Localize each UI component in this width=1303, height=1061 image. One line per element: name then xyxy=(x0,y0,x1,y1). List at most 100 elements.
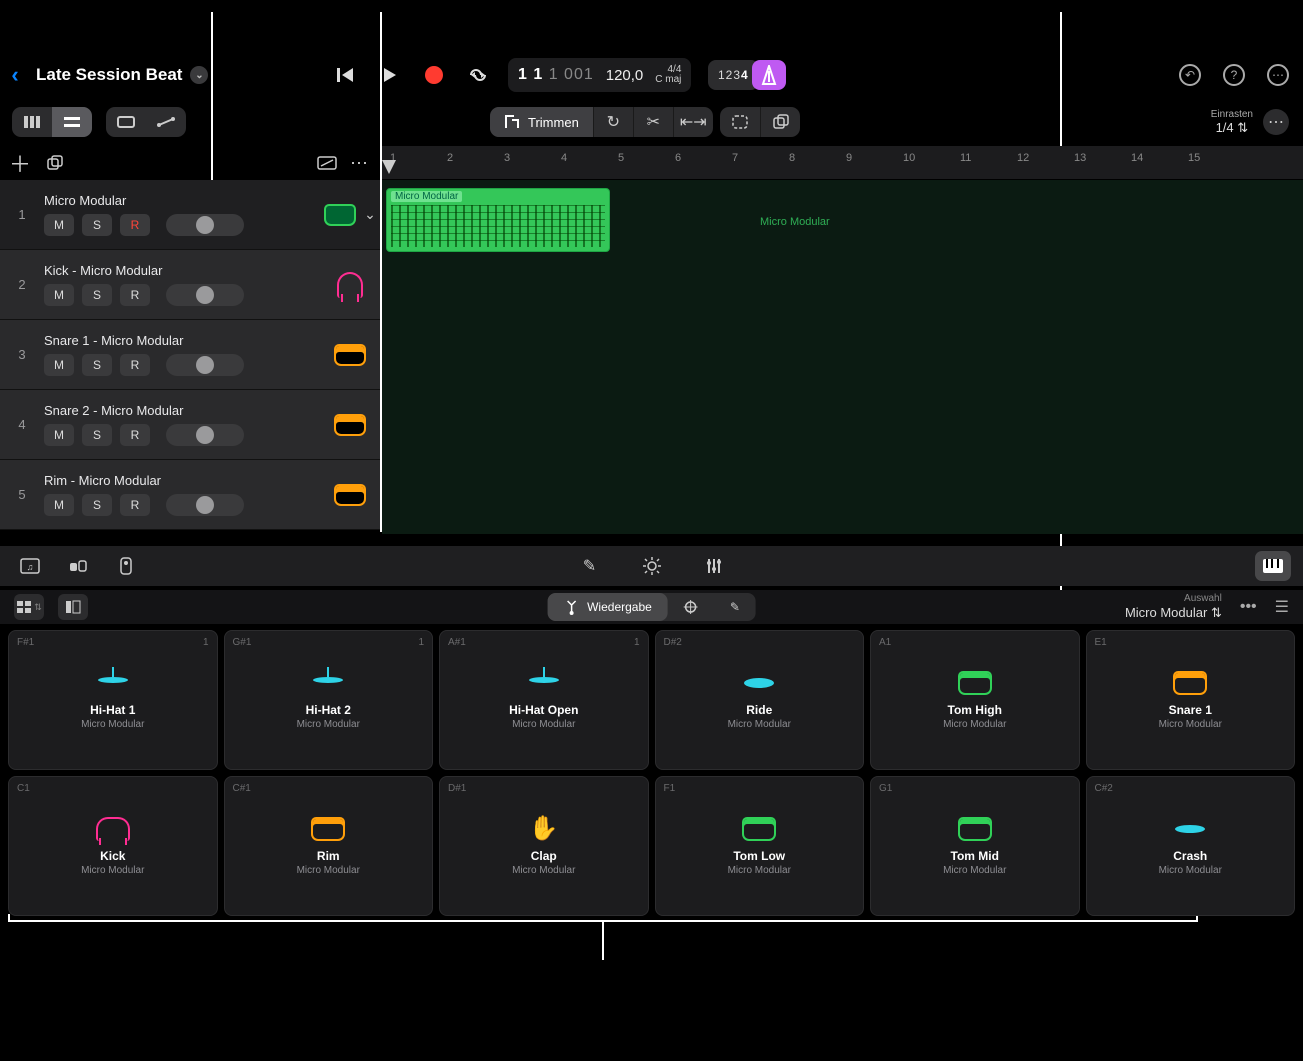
more-button[interactable]: ⋯ xyxy=(1267,64,1289,86)
ruler-bar: 15 xyxy=(1188,152,1200,164)
pad-more-button[interactable]: ••• xyxy=(1240,598,1257,616)
pad-note: D#2 xyxy=(664,637,682,648)
back-button[interactable]: ‹ xyxy=(0,62,30,88)
pan-slider[interactable] xyxy=(166,354,244,376)
drum-pad[interactable]: C#2CrashMicro Modular xyxy=(1086,776,1296,916)
keyboard-button[interactable] xyxy=(1255,551,1291,581)
record-enable-button[interactable]: R xyxy=(120,494,150,516)
drum-pad[interactable]: E1Snare 1Micro Modular xyxy=(1086,630,1296,770)
pad-grid-button[interactable]: ⇅ xyxy=(14,594,44,620)
drum-pad[interactable]: A1Tom HighMicro Modular xyxy=(870,630,1080,770)
edit-button[interactable]: ✎ xyxy=(572,551,608,581)
pad-count: 1 xyxy=(634,637,640,648)
pad-name: Hi-Hat Open xyxy=(509,703,578,717)
stretch-tool-button[interactable]: ⇤⇥ xyxy=(673,107,713,137)
snap-control[interactable]: Einrasten 1/4 ⇅ xyxy=(1211,109,1253,136)
mute-button[interactable]: M xyxy=(44,424,74,446)
pad-mode-edit[interactable]: ✎ xyxy=(714,593,756,621)
marquee-button[interactable] xyxy=(720,107,760,137)
pad-name: Clap xyxy=(531,849,557,863)
track-automation-button[interactable] xyxy=(312,156,342,170)
copy-button[interactable] xyxy=(760,107,800,137)
pad-selection[interactable]: Auswahl Micro Modular ⇅ xyxy=(1125,593,1222,621)
drum-pad[interactable]: C1KickMicro Modular xyxy=(8,776,218,916)
arrange-area[interactable]: Micro Modular Micro Modular xyxy=(382,180,1303,534)
hihat-icon xyxy=(96,671,130,695)
pad-name: Snare 1 xyxy=(1169,703,1212,717)
chevron-down-icon[interactable]: ⌄ xyxy=(364,206,376,223)
pan-slider[interactable] xyxy=(166,284,244,306)
tracklist-more-button[interactable]: ⋯ xyxy=(350,153,380,174)
tracks-view-button[interactable] xyxy=(52,107,92,137)
solo-button[interactable]: S xyxy=(82,284,112,306)
lcd-display[interactable]: 1 1 1 001 120,0 4/4C maj xyxy=(508,58,691,92)
mute-button[interactable]: M xyxy=(44,494,74,516)
metronome-button[interactable] xyxy=(752,60,786,90)
midi-region[interactable]: Micro Modular xyxy=(386,188,610,252)
settings-button[interactable] xyxy=(634,551,670,581)
pad-kit: Micro Modular xyxy=(943,719,1006,730)
track-row[interactable]: 2Kick - Micro ModularMSR xyxy=(0,250,380,320)
pan-knob xyxy=(196,496,214,514)
trim-tool-button[interactable]: Trimmen xyxy=(490,107,593,137)
record-button[interactable] xyxy=(423,64,445,86)
duplicate-track-button[interactable] xyxy=(40,155,70,171)
pad-mode-segment: Wiedergabe ✎ xyxy=(547,593,756,621)
drum-pad[interactable]: A#11Hi-Hat OpenMicro Modular xyxy=(439,630,649,770)
add-track-button[interactable]: ＋ xyxy=(0,147,40,179)
record-enable-button[interactable]: R xyxy=(120,424,150,446)
track-row[interactable]: 3Snare 1 - Micro ModularMSR xyxy=(0,320,380,390)
pan-slider[interactable] xyxy=(166,214,244,236)
pad-inspector-button[interactable] xyxy=(58,594,88,620)
ruler-bar: 4 xyxy=(561,152,567,164)
play-button[interactable] xyxy=(379,64,401,86)
pan-slider[interactable] xyxy=(166,424,244,446)
track-name: Rim - Micro Modular xyxy=(44,473,320,488)
region-view-button[interactable] xyxy=(106,107,146,137)
loop-tool-button[interactable]: ↻ xyxy=(593,107,633,137)
pad-note: G1 xyxy=(879,783,892,794)
help-button[interactable]: ? xyxy=(1223,64,1245,86)
cycle-button[interactable] xyxy=(467,64,489,86)
record-enable-button[interactable]: R xyxy=(120,284,150,306)
ruler-bar: 8 xyxy=(789,152,795,164)
undo-button[interactable]: ↶ xyxy=(1179,64,1201,86)
pad-header: ⇅ Wiedergabe ✎ Auswahl Micro Modular ⇅ •… xyxy=(0,590,1303,624)
drum-pad[interactable]: D#1✋ClapMicro Modular xyxy=(439,776,649,916)
go-to-start-button[interactable] xyxy=(335,64,357,86)
pad-menu-button[interactable]: ☰ xyxy=(1275,597,1289,617)
solo-button[interactable]: S xyxy=(82,354,112,376)
track-row[interactable]: 4Snare 2 - Micro ModularMSR xyxy=(0,390,380,460)
mixer-view-button[interactable] xyxy=(12,107,52,137)
solo-button[interactable]: S xyxy=(82,424,112,446)
mute-button[interactable]: M xyxy=(44,214,74,236)
drum-pad[interactable]: C#1RimMicro Modular xyxy=(224,776,434,916)
track-row[interactable]: 5Rim - Micro ModularMSR xyxy=(0,460,380,530)
record-enable-button[interactable]: R xyxy=(120,214,150,236)
toolbar-more-button[interactable]: ⋯ xyxy=(1263,109,1289,135)
mute-button[interactable]: M xyxy=(44,354,74,376)
pad-mode-play[interactable]: Wiedergabe xyxy=(547,593,668,621)
solo-button[interactable]: S xyxy=(82,214,112,236)
project-title[interactable]: Late Session Beat ⌄ xyxy=(30,65,208,85)
pan-slider[interactable] xyxy=(166,494,244,516)
browser-button[interactable]: ♫ xyxy=(12,551,48,581)
record-enable-button[interactable]: R xyxy=(120,354,150,376)
drum-pad[interactable]: D#2RideMicro Modular xyxy=(655,630,865,770)
mixer-button[interactable] xyxy=(696,551,732,581)
track-row[interactable]: 1Micro ModularMSR⌄ xyxy=(0,180,380,250)
drum-pad[interactable]: G#11Hi-Hat 2Micro Modular xyxy=(224,630,434,770)
drum-pad[interactable]: F1Tom LowMicro Modular xyxy=(655,776,865,916)
solo-button[interactable]: S xyxy=(82,494,112,516)
split-tool-button[interactable]: ✂ xyxy=(633,107,673,137)
pad-mode-assign[interactable] xyxy=(668,593,714,621)
timeline-ruler[interactable]: 123456789101112131415 xyxy=(382,146,1303,180)
plugins-button[interactable] xyxy=(60,551,96,581)
controller-button[interactable] xyxy=(108,551,144,581)
mute-button[interactable]: M xyxy=(44,284,74,306)
drum-pad[interactable]: F#11Hi-Hat 1Micro Modular xyxy=(8,630,218,770)
pad-note: D#1 xyxy=(448,783,466,794)
ruler-bar: 12 xyxy=(1017,152,1029,164)
automation-view-button[interactable] xyxy=(146,107,186,137)
drum-pad[interactable]: G1Tom MidMicro Modular xyxy=(870,776,1080,916)
